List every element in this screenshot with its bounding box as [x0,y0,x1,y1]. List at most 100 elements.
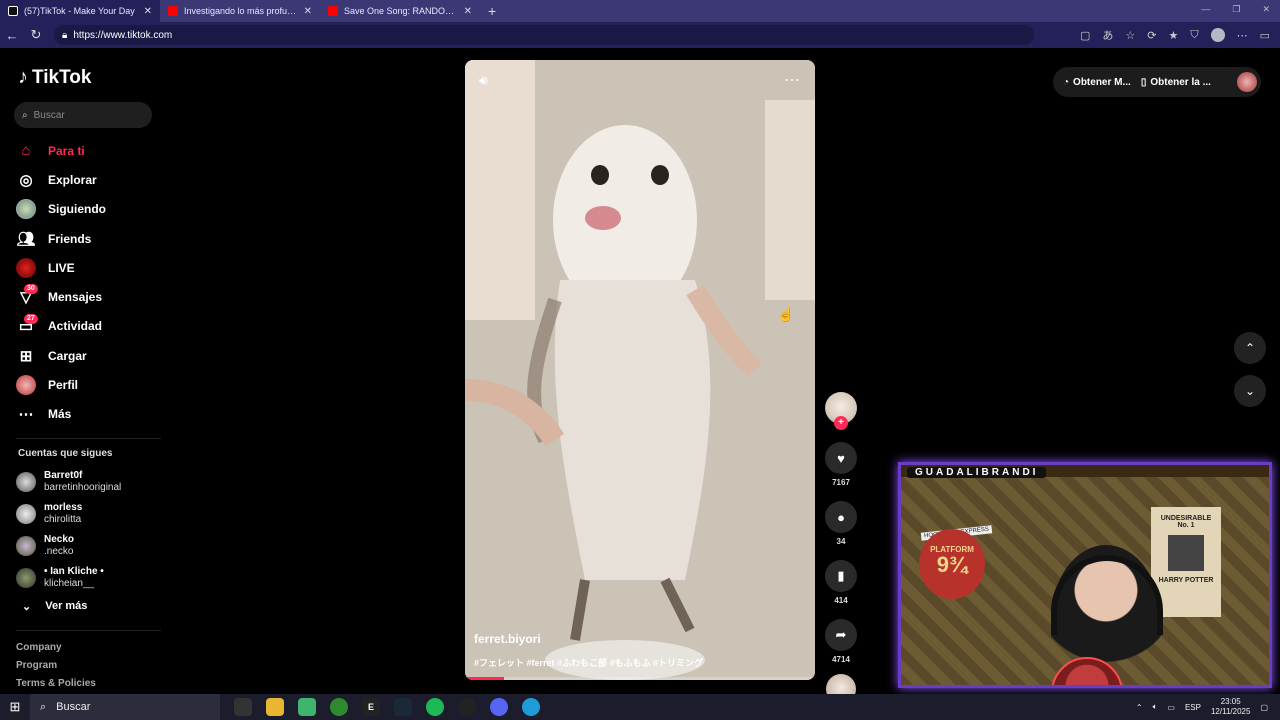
following-item[interactable]: Barret0f barretinhooriginal [16,466,121,498]
search-icon: ⌕ [40,700,47,713]
avatar [16,536,36,556]
chevron-down-icon: ⌄ [22,601,32,613]
translate-icon[interactable]: あ [1102,27,1113,43]
lock-icon: 🔒︎ [62,29,68,41]
following-username: .necko [44,546,74,557]
favorite-star-icon[interactable]: ☆ [1125,29,1135,42]
see-more-button[interactable]: ⌄ Ver más [22,600,87,613]
favorites-icon[interactable]: ★ [1168,29,1178,42]
search-input[interactable]: ⌕ Buscar [14,102,152,128]
xbox-icon[interactable] [330,698,348,716]
coin-icon: ◔ [1063,76,1070,88]
network-icon[interactable]: ▭ [1167,703,1175,712]
maximize-icon[interactable]: ❐ [1232,4,1240,15]
tab-youtube-1[interactable]: Investigando lo más profundo de ✕ [160,0,320,22]
following-item[interactable]: Necko .necko [16,530,121,562]
previous-video-button[interactable]: ⌃ [1234,332,1266,364]
following-name: • Ian Kliche • [44,566,104,577]
window-controls: — ❐ ✕ [1201,4,1270,15]
more-options-icon[interactable]: ⋯ [1237,29,1248,42]
close-tab-icon[interactable]: ✕ [144,6,152,17]
new-tab-button[interactable]: + [480,3,504,19]
wanted-number: No. 1 [1177,522,1195,529]
following-section-title: Cuentas que sigues [18,448,113,459]
close-tab-icon[interactable]: ✕ [304,6,312,17]
following-username: barretinhooriginal [44,482,122,493]
creator-avatar[interactable]: + [825,392,857,430]
tiktok-logo[interactable]: ♪ TikTok [18,66,91,89]
video-progress-bar[interactable] [465,677,815,680]
url-field[interactable]: 🔒︎ https://www.tiktok.com [54,25,1034,45]
video-more-options-icon[interactable]: ⋯ [784,70,801,90]
video-player[interactable]: 🔊︎ ⋯ ferret.biyori #フェレット #ferret #ふわもこ部… [465,60,815,680]
upload-icon: ⊞ [19,347,33,365]
browser-toolbar: ▢ あ ☆ ⟳ ★ ⛉ ⋯ ▭ [1080,27,1280,43]
chevron-down-icon: ⌄ [1244,384,1256,398]
like-button[interactable]: ♥ 7167 [823,442,859,487]
discord-icon[interactable] [490,698,508,716]
file-explorer-icon[interactable] [266,698,284,716]
close-tab-icon[interactable]: ✕ [464,6,472,17]
save-count: 414 [834,596,848,605]
get-app-button[interactable]: ▯ Obtener la ... [1141,77,1211,88]
minimize-icon[interactable]: — [1201,4,1210,15]
tab-tiktok[interactable]: (57)TikTok - Make Your Day ✕ [0,0,160,22]
get-coins-button[interactable]: ◔ Obtener M... [1063,77,1131,88]
edge-icon[interactable] [522,698,540,716]
chevron-up-icon[interactable]: ⌃ [1136,703,1143,712]
back-icon[interactable]: ← [0,28,24,43]
taskbar-search[interactable]: ⌕ Buscar [30,694,220,720]
sidebar-item-label: Más [48,407,72,422]
notifications-icon[interactable]: ▢ [1260,703,1268,712]
sidebar-toggle-icon[interactable]: ▭ [1260,29,1270,42]
sidebar-item-friends[interactable]: 👥︎ Friends [16,224,106,253]
sidebar-item-cargar[interactable]: ⊞ Cargar [16,341,106,370]
sidebar-item-mensajes[interactable]: ▽ 30 Mensajes [16,282,106,311]
task-view-icon[interactable] [234,698,252,716]
sidebar-item-label: Explorar [48,172,97,187]
sidebar-item-live[interactable]: LIVE [16,253,106,282]
epic-games-icon[interactable]: E [362,698,380,716]
extensions-icon[interactable]: ⟳ [1147,29,1156,42]
sidebar-item-mas[interactable]: ⋯ Más [16,400,106,429]
next-video-button[interactable]: ⌄ [1234,375,1266,407]
footer-link-company[interactable]: Company [16,642,96,660]
user-avatar[interactable] [1237,72,1257,92]
refresh-icon[interactable]: ↻ [24,27,48,43]
sidebar-item-actividad[interactable]: ▭ 27 Actividad [16,312,106,341]
minecraft-icon[interactable] [298,698,316,716]
volume-icon[interactable]: 🔊︎ [479,72,488,89]
sidebar-item-explorar[interactable]: ◎ Explorar [16,165,106,194]
tiktok-note-icon: ♪ [18,66,28,88]
obs-icon[interactable] [458,698,476,716]
sidebar-item-label: Cargar [48,348,87,363]
wanted-title: UNDESIRABLE [1160,515,1212,522]
windows-start-icon[interactable]: ⊞ [0,699,30,715]
close-window-icon[interactable]: ✕ [1262,4,1270,15]
wanted-name: HARRY POTTER [1158,577,1214,584]
sidebar-item-siguiendo[interactable]: Siguiendo [16,195,106,224]
following-item[interactable]: morless chirolitta [16,498,121,530]
video-hashtags[interactable]: #フェレット #ferret #ふわもこ部 #もふもふ #トリミング [474,656,703,669]
language-indicator[interactable]: ESP [1185,703,1201,712]
sidebar-item-para-ti[interactable]: ⌂ Para ti [16,136,106,165]
clock[interactable]: 23:05 12/11/2025 [1211,697,1250,717]
like-count: 7167 [832,478,850,487]
follow-plus-icon[interactable]: + [834,416,848,430]
comment-button[interactable]: ● 34 [823,501,859,546]
share-button[interactable]: ➦ 4714 [823,619,859,664]
following-item[interactable]: • Ian Kliche • klicheian__ [16,562,121,594]
footer-link-program[interactable]: Program [16,660,96,678]
sidebar-item-perfil[interactable]: Perfil [16,370,106,399]
tab-youtube-2[interactable]: Save One Song: RANDOM Rules, ✕ [320,0,480,22]
save-button[interactable]: ▮ 414 [823,560,859,605]
speaker-icon[interactable]: 🔈︎ [1153,702,1158,712]
read-aloud-icon[interactable]: ▢ [1080,29,1090,42]
following-avatar-icon [16,199,36,220]
steam-icon[interactable] [394,698,412,716]
shield-icon[interactable]: ⛉ [1190,29,1198,42]
youtube-favicon-icon [168,6,178,16]
profile-avatar[interactable] [1210,28,1225,42]
video-author[interactable]: ferret.biyori [474,632,541,646]
spotify-icon[interactable] [426,698,444,716]
